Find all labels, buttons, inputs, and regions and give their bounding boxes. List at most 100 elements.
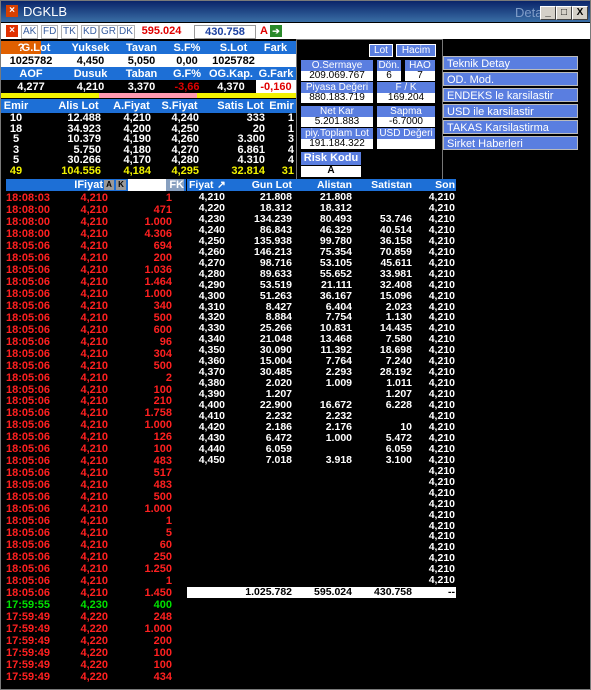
price-row[interactable]: 4,410 2.232 2.232 4,210 [187,411,456,422]
tag-dk[interactable]: DK [117,25,135,39]
trade-row[interactable]: 17:59:49 4,220 1.000 [6,623,186,635]
price-row[interactable]: 4,290 53.519 21.111 32.408 4,210 [187,279,456,291]
trade-row[interactable]: 18:05:06 4,210 1.464 [6,276,186,288]
hao-value: 7 [405,71,435,81]
menu-endeks[interactable]: ENDEKS le karsilastir [443,88,578,102]
title-bar[interactable]: × DGKLB Detay _ □ X [1,1,590,22]
menu-usd[interactable]: USD ile karsilastir [443,104,578,118]
price-row[interactable]: 4,310 8.427 6.404 2.023 4,210 [187,301,456,313]
price-row[interactable]: 4,400 22.900 16.672 6.228 4,210 [187,400,456,411]
hacim-button[interactable]: Hacim [396,44,436,57]
lot-button[interactable]: Lot [369,44,393,57]
trade-row[interactable]: 18:05:06 4,210 340 [6,300,186,312]
price-row[interactable]: 4,210 [187,498,456,510]
price-row[interactable]: 4,210 [187,520,456,532]
trade-row[interactable]: 18:05:06 4,210 483 [6,479,186,491]
filter-input[interactable] [128,179,166,191]
price-cell: 4,450 [198,453,225,466]
trade-cell: 100 [153,658,172,671]
trade-row[interactable]: 18:05:06 4,210 500 [6,491,186,503]
trade-row[interactable]: 18:05:06 4,210 1.000 [6,419,186,431]
arrow-right-icon[interactable]: ➔ [270,25,282,37]
trade-cell: 1 [165,575,172,588]
price-row[interactable]: 4,380 2.020 1.009 1.011 4,210 [187,378,456,389]
trade-row[interactable]: 17:59:49 4,220 100 [6,647,186,659]
tag-ak[interactable]: AK [21,25,39,39]
price-row[interactable]: 4,300 51.263 36.167 15.096 4,210 [187,290,456,302]
trade-row[interactable]: 17:59:55 4,230 400 [6,599,186,611]
trade-row[interactable]: 18:05:06 4,210 2 [6,372,186,384]
trade-row[interactable]: 18:08:00 4,210 471 [6,204,186,216]
tag-kd[interactable]: KD [81,25,99,39]
trade-row[interactable]: 18:05:06 4,210 1.250 [6,563,186,575]
trade-row[interactable]: 18:08:00 4,210 1.000 [6,216,186,228]
trade-row[interactable]: 18:05:06 4,210 600 [6,324,186,336]
trade-row[interactable]: 18:05:06 4,210 1.036 [6,264,186,276]
tag-gr[interactable]: GR [99,25,118,39]
price-row[interactable]: 4,210 [187,564,456,575]
trade-row[interactable]: 18:05:06 4,210 210 [6,395,186,407]
trade-row[interactable]: 18:05:06 4,210 126 [6,431,186,443]
price-row[interactable]: 4,420 2.186 2.176 10 4,210 [187,421,456,433]
trade-row[interactable]: 18:05:06 4,210 1.758 [6,407,186,419]
trade-row[interactable]: 18:05:06 4,210 500 [6,360,186,372]
trade-row[interactable]: 18:05:06 4,210 483 [6,455,186,467]
trade-row[interactable]: 18:08:03 4,210 1 [6,192,186,204]
trade-row[interactable]: 18:05:06 4,210 5 [6,527,186,539]
trade-row[interactable]: 18:05:06 4,210 694 [6,240,186,252]
trade-row[interactable]: 18:05:06 4,210 1 [6,575,186,587]
tag-fd[interactable]: FD [41,25,59,39]
price-row[interactable]: 4,210 [187,542,456,553]
trade-row[interactable]: 18:05:06 4,210 100 [6,443,186,455]
trade-row[interactable]: 18:05:06 4,210 1 [6,515,186,527]
trade-cell: 483 [153,479,172,492]
trade-row[interactable]: 17:59:49 4,220 200 [6,635,186,647]
menu-haberler[interactable]: Sirket Haberleri [443,136,578,150]
price-row[interactable]: 4,210 [187,476,456,488]
trade-row[interactable]: 18:05:06 4,210 1.450 [6,587,186,599]
trade-row[interactable]: 18:05:06 4,210 96 [6,336,186,348]
price-row[interactable]: 4,440 6.059 6.059 4,210 [187,443,456,455]
sort-k-icon[interactable]: K [116,180,126,190]
tag-tk[interactable]: TK [61,25,78,39]
menu-teknik-detay[interactable]: Teknik Detay [443,56,578,70]
trade-row[interactable]: 18:05:06 4,210 500 [6,312,186,324]
trade-row[interactable]: 18:05:06 4,210 304 [6,348,186,360]
sort-icon[interactable]: ↗ [217,179,226,191]
price-row[interactable]: 4,280 89.633 55.652 33.981 4,210 [187,268,456,280]
trade-row[interactable]: 18:05:06 4,210 1.000 [6,288,186,300]
trade-row[interactable]: 18:05:06 4,210 100 [6,384,186,396]
price-row[interactable]: 4,210 [187,487,456,499]
trade-row[interactable]: 18:05:06 4,210 1.000 [6,503,186,515]
trade-row[interactable]: 17:59:49 4,220 248 [6,611,186,623]
price-row[interactable]: 4,210 [187,553,456,564]
trade-row[interactable]: 18:08:00 4,210 4.306 [6,228,186,240]
sort-a-icon[interactable]: A [104,180,114,190]
minimize-button[interactable]: _ [540,6,556,20]
price-row[interactable]: 4,430 6.472 1.000 5.472 4,210 [187,432,456,444]
price-row[interactable]: 4,450 7.018 3.918 3.100 4,210 [187,453,456,466]
trade-row[interactable]: 18:05:06 4,210 250 [6,551,186,563]
price-row[interactable]: 4,370 30.485 2.293 28.192 4,210 [187,367,456,378]
menu-od-mod[interactable]: OD. Mod. [443,72,578,86]
price-row[interactable]: 4,360 15.004 7.764 7.240 4,210 [187,356,456,367]
close-button[interactable]: X [572,6,588,20]
price-row[interactable]: 4,210 [187,531,456,542]
trade-row[interactable]: 17:59:49 4,220 434 [6,671,186,683]
trade-row[interactable]: 17:59:49 4,220 100 [6,659,186,671]
trade-cell: 18:05:06 [6,443,51,456]
trade-cell: 4,220 [80,622,108,635]
a-button[interactable]: A [258,25,270,37]
menu-takas[interactable]: TAKAS Karsilastirma [443,120,578,134]
trade-row[interactable]: 18:05:06 4,210 200 [6,252,186,264]
trade-row[interactable]: 18:05:06 4,210 60 [6,539,186,551]
trade-row[interactable]: 18:05:06 4,210 517 [6,467,186,479]
price-row[interactable]: 4,210 [187,465,456,477]
price-row[interactable]: 4,210 [187,509,456,521]
maximize-button[interactable]: □ [556,6,572,20]
secondary-field[interactable]: 430.758 [194,25,256,39]
close-icon[interactable]: × [6,25,18,37]
price-row[interactable]: 4,210 [187,575,456,586]
price-row[interactable]: 4,350 30.090 11.392 18.698 4,210 [187,345,456,356]
trade-cell: 4,210 [80,431,108,444]
